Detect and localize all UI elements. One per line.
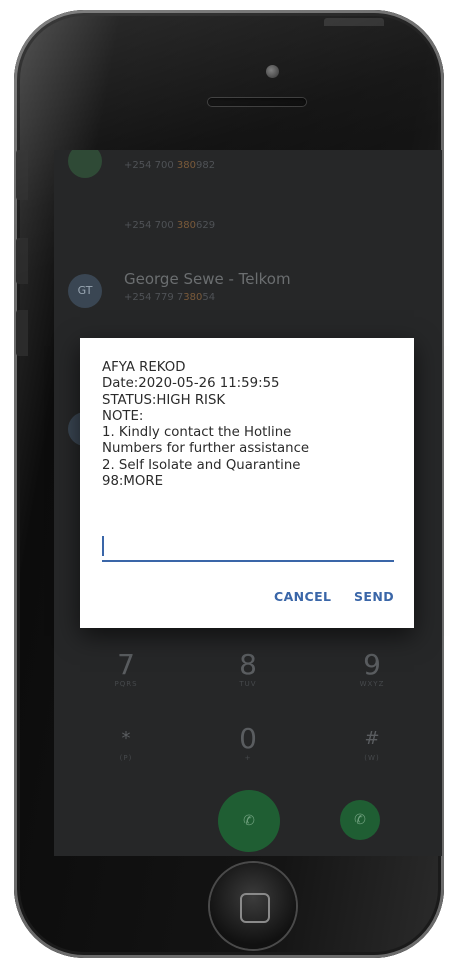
home-square-icon	[240, 893, 270, 923]
contact-row[interactable]: +254 700 380982	[54, 150, 442, 202]
dial-letters: +	[244, 754, 252, 762]
volume-up-button	[16, 238, 28, 284]
text-cursor	[102, 536, 104, 556]
dial-digit: *	[121, 728, 131, 749]
dial-letters: PQRS	[114, 680, 138, 688]
dial-letters: WXYZ	[359, 680, 385, 688]
dial-key-8[interactable]: 8 TUV	[218, 648, 278, 689]
mute-switch	[16, 150, 28, 200]
message-line: 2. Self Isolate and Quarantine	[102, 457, 301, 473]
dial-digit: 9	[363, 648, 381, 681]
avatar	[68, 150, 102, 178]
dial-digit: 0	[239, 722, 257, 755]
dial-key-9[interactable]: 9 WXYZ	[342, 648, 402, 689]
message-line: Numbers for further assistance	[102, 441, 310, 457]
volume-down-button	[16, 310, 28, 356]
ussd-message: AFYA REKOD Date:2020-05-26 11:59:55 STAT…	[102, 360, 402, 490]
dial-digit: 7	[117, 648, 135, 681]
message-line: Date:2020-05-26 11:59:55	[102, 376, 280, 392]
phone-icon: ✆	[354, 812, 366, 828]
message-line: NOTE:	[102, 408, 144, 424]
dial-key-7[interactable]: 7 PQRS	[96, 648, 156, 689]
dial-digit: #	[364, 728, 380, 749]
call-button-sim2[interactable]: ✆	[340, 800, 380, 840]
contact-row[interactable]: +254 700 380629	[54, 202, 442, 262]
dial-key-hash[interactable]: # (W)	[342, 724, 402, 762]
message-line: STATUS:HIGH RISK	[102, 392, 226, 408]
ussd-reply-input[interactable]	[102, 534, 394, 562]
dial-key-0[interactable]: 0 +	[218, 722, 278, 763]
dial-digit: 8	[239, 648, 257, 681]
cancel-button[interactable]: CANCEL	[274, 589, 331, 604]
message-line: 98:MORE	[102, 474, 163, 490]
contact-row[interactable]: GT George Sewe - Telkom +254 779 738054	[54, 266, 442, 326]
message-line: AFYA REKOD	[102, 360, 186, 375]
send-button[interactable]: SEND	[354, 589, 394, 604]
dial-letters: (P)	[119, 754, 133, 762]
contact-number: +254 779 738054	[124, 292, 216, 303]
power-button	[324, 18, 384, 26]
contact-number: +254 700 380982	[124, 160, 216, 171]
phone-icon: ✆	[243, 813, 255, 829]
dial-key-star[interactable]: * (P)	[96, 724, 156, 762]
ussd-dialog: AFYA REKOD Date:2020-05-26 11:59:55 STAT…	[80, 338, 414, 628]
front-camera	[266, 65, 279, 78]
call-button-sim1[interactable]: ✆	[218, 790, 280, 852]
home-button[interactable]	[210, 863, 296, 949]
contact-name: George Sewe - Telkom	[124, 270, 291, 288]
dial-letters: (W)	[364, 754, 380, 762]
avatar: GT	[68, 274, 102, 308]
dial-letters: TUV	[239, 680, 257, 688]
contact-number: +254 700 380629	[124, 220, 216, 231]
earpiece-speaker	[208, 98, 306, 106]
message-line: 1. Kindly contact the Hotline	[102, 425, 292, 441]
